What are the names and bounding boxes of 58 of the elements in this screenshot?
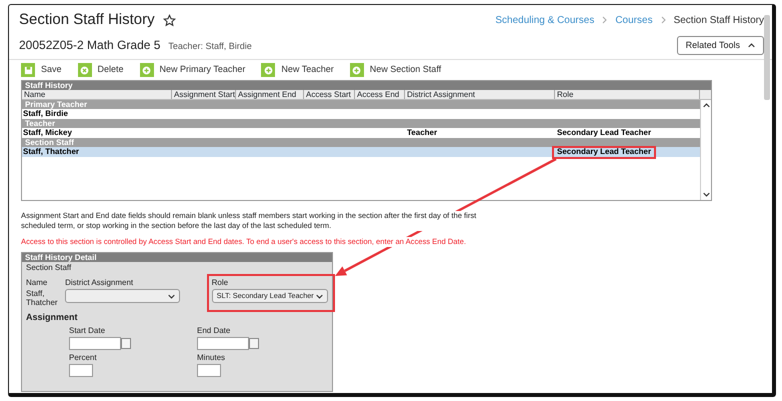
caret-down-icon <box>168 294 175 298</box>
toolbar-button[interactable]: New Teacher <box>261 63 334 77</box>
field-label: Name <box>26 277 48 289</box>
district-assignment-select[interactable] <box>65 289 180 303</box>
column-header[interactable]: Role <box>555 90 700 99</box>
grid-title: Staff History <box>22 81 711 90</box>
section-heading: Assignment <box>26 311 79 324</box>
related-tools-button[interactable]: Related Tools <box>676 36 764 55</box>
date-field[interactable] <box>69 336 121 350</box>
caret-up-icon <box>702 103 710 108</box>
table-row[interactable]: Staff, Thatcher Secondary Lead Teacher <box>22 147 700 157</box>
scrollbar[interactable] <box>700 100 711 200</box>
section-title: 20052Z05-2 Math Grade 5 <box>19 37 160 54</box>
breadcrumb-link[interactable]: Scheduling & Courses <box>495 12 594 28</box>
column-header[interactable]: Access End <box>355 90 405 99</box>
field-label: Role <box>212 277 230 289</box>
table-cell-text: Staff, Thatcher <box>22 147 80 157</box>
field-label: District Assignment <box>65 277 134 289</box>
table-cell-text: Teacher <box>406 128 438 137</box>
number-field[interactable] <box>69 364 93 376</box>
page-title: Section Staff History <box>19 10 155 30</box>
toolbar-button[interactable]: Save <box>21 63 62 77</box>
scrollbar[interactable] <box>764 15 770 100</box>
panel-title: Staff History Detail <box>22 253 332 262</box>
table-cell-text: Secondary Lead Teacher <box>556 128 652 137</box>
caret-down-icon <box>316 294 323 298</box>
column-header[interactable]: District Assignment <box>405 90 555 99</box>
column-header[interactable]: Name <box>22 90 172 99</box>
group-header: Section Staff <box>22 138 700 147</box>
date-field[interactable] <box>197 336 249 350</box>
table-cell-text: Secondary Lead Teacher <box>556 147 652 156</box>
number-field[interactable] <box>197 364 221 376</box>
add-icon <box>350 63 364 77</box>
section-label: Section Staff <box>26 262 72 273</box>
delete-icon <box>78 63 92 77</box>
column-header[interactable]: Access Start <box>304 90 355 99</box>
add-icon <box>261 63 276 77</box>
field-label: End Date <box>197 324 232 336</box>
toolbar-button[interactable]: Delete <box>78 63 124 77</box>
field-label: Start Date <box>69 324 106 336</box>
toolbar-button[interactable]: New Primary Teacher <box>140 63 246 77</box>
table-cell-text: Staff, Birdie <box>22 109 69 119</box>
field-label: Minutes <box>197 352 226 364</box>
save-icon <box>21 63 35 77</box>
breadcrumb-current: Section Staff History <box>674 14 764 28</box>
staff-name: Staff, Thatcher <box>26 289 59 307</box>
group-header: Primary Teacher <box>22 100 700 109</box>
column-header[interactable]: Assignment Start <box>172 90 236 99</box>
field-label: Percent <box>69 352 98 364</box>
star-icon[interactable] <box>162 14 176 27</box>
teacher-label: Teacher: Staff, Birdie <box>168 40 252 54</box>
group-header: Teacher <box>22 119 700 128</box>
breadcrumb-link[interactable]: Courses <box>615 12 653 28</box>
column-header[interactable]: Assignment End <box>236 90 304 99</box>
caret-down-icon <box>702 192 710 197</box>
add-icon <box>140 63 154 77</box>
table-cell-text: Staff, Mickey <box>22 128 73 138</box>
toolbar-button[interactable]: New Section Staff <box>350 63 442 77</box>
